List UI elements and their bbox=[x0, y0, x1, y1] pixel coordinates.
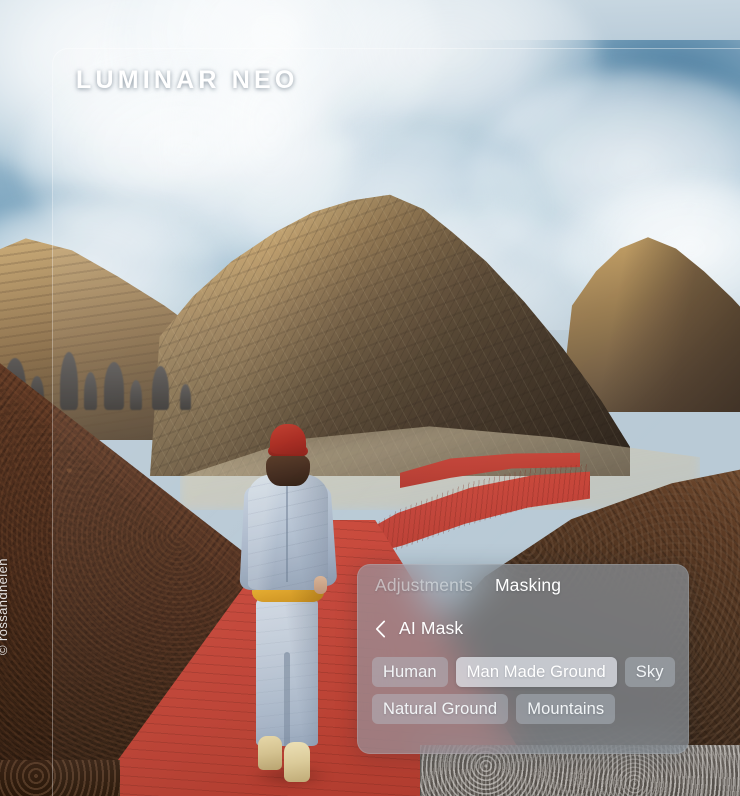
person-figure bbox=[232, 424, 342, 788]
figure-jacket-folds bbox=[248, 474, 328, 590]
figure-red-beanie bbox=[270, 424, 306, 454]
photographer-watermark: © rossandhelen bbox=[0, 558, 10, 655]
figure-leg-gap bbox=[284, 652, 290, 748]
masking-panel: Adjustments Masking AI Mask Human Man Ma… bbox=[357, 564, 689, 754]
mask-chip-human[interactable]: Human bbox=[372, 657, 448, 687]
figure-boot-left bbox=[258, 736, 282, 770]
mask-chip-natural-ground[interactable]: Natural Ground bbox=[372, 694, 509, 724]
figure-hair bbox=[266, 452, 310, 486]
ai-mask-title: AI Mask bbox=[399, 618, 464, 638]
figure-hand bbox=[314, 576, 327, 594]
mask-chip-list: Human Man Made Ground Sky Natural Ground… bbox=[372, 657, 678, 724]
luminar-neo-brand-logo: LUMINAR NEO bbox=[76, 66, 299, 94]
ai-mask-breadcrumb-row[interactable]: AI Mask bbox=[375, 618, 463, 639]
photo-canvas: LUMINAR NEO © rossandhelen Adjustments M… bbox=[0, 0, 740, 796]
chevron-left-icon[interactable] bbox=[375, 620, 386, 638]
mask-chip-man-made-ground[interactable]: Man Made Ground bbox=[455, 657, 617, 687]
gravel-strip-bottom-left bbox=[0, 760, 120, 796]
tab-masking[interactable]: Masking bbox=[495, 575, 561, 596]
tab-adjustments[interactable]: Adjustments bbox=[375, 575, 473, 596]
panel-tab-bar: Adjustments Masking bbox=[375, 575, 561, 596]
figure-jacket-seam bbox=[286, 482, 288, 582]
mask-chip-sky[interactable]: Sky bbox=[624, 657, 675, 687]
mask-chip-mountains[interactable]: Mountains bbox=[516, 694, 616, 724]
figure-boot-right bbox=[284, 742, 310, 782]
